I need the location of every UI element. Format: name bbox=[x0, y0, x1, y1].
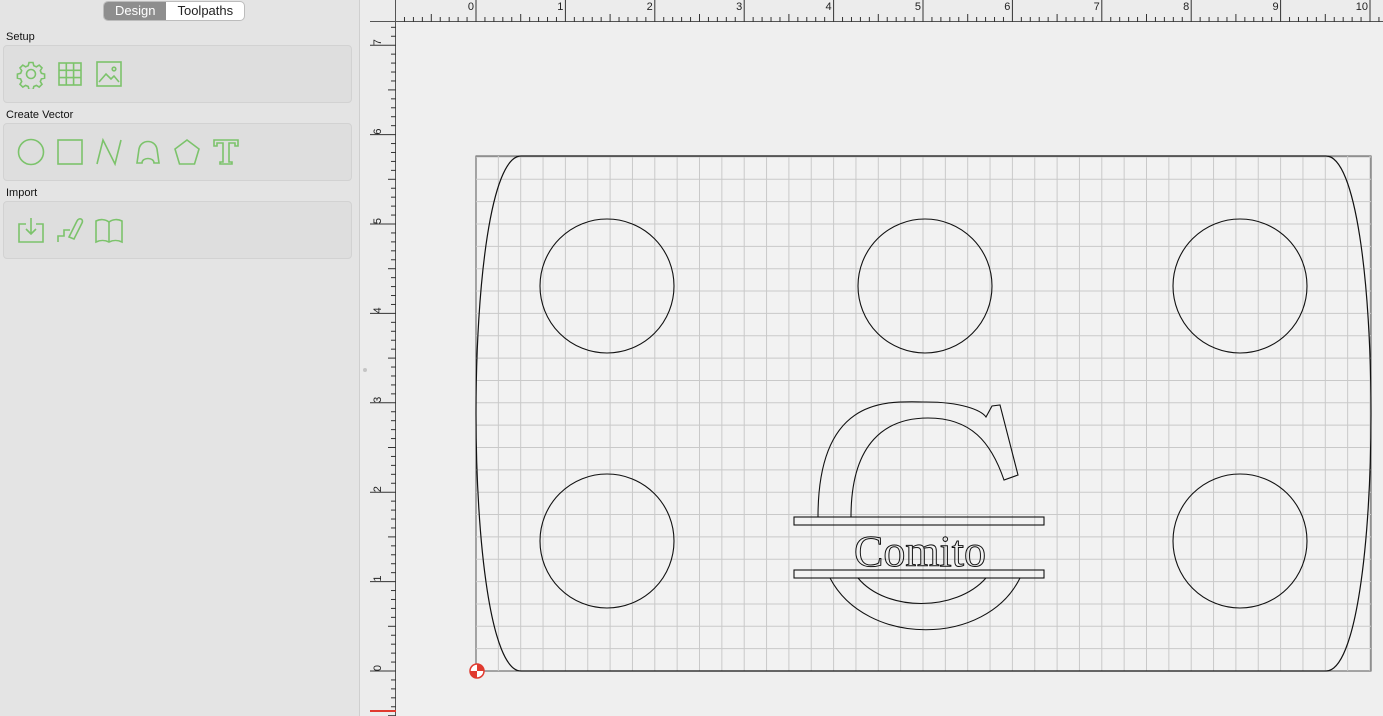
section-title-create-vector: Create Vector bbox=[6, 109, 74, 121]
ruler-label-y: 3 bbox=[372, 397, 384, 403]
ruler-label-y: 1 bbox=[372, 576, 384, 582]
draw-rectangle-button[interactable] bbox=[53, 136, 86, 169]
draw-polygon-button[interactable] bbox=[170, 136, 203, 169]
ruler-label-x: 5 bbox=[915, 1, 921, 13]
shape-icon bbox=[135, 140, 160, 164]
horizontal-ruler: 0 1 2 3 4 5 6 7 8 9 10 bbox=[396, 0, 1383, 22]
draw-circle-button[interactable] bbox=[14, 136, 47, 169]
polygon-icon bbox=[173, 139, 200, 165]
import-icon bbox=[17, 218, 44, 243]
vertical-ruler-scale: 0 1 2 3 4 5 6 7 bbox=[370, 26, 396, 716]
rectangle-icon bbox=[56, 139, 83, 165]
section-title-setup: Setup bbox=[6, 31, 35, 43]
ruler-label-y: 6 bbox=[372, 129, 384, 135]
ruler-label-x: 7 bbox=[1094, 1, 1100, 13]
image-icon bbox=[95, 61, 122, 87]
draw-curve-button[interactable] bbox=[131, 136, 164, 169]
ruler-label-y: 4 bbox=[372, 307, 384, 313]
ruler-label-x: 2 bbox=[647, 1, 653, 13]
tab-toolpaths[interactable]: Toolpaths bbox=[166, 2, 244, 20]
grid-settings-button[interactable] bbox=[53, 58, 86, 91]
ruler-label-y: 0 bbox=[372, 665, 384, 671]
ruler-label-y: 5 bbox=[372, 218, 384, 224]
design-canvas[interactable]: Comito bbox=[396, 22, 1383, 716]
text-icon bbox=[212, 139, 239, 165]
ruler-label-x: 9 bbox=[1272, 1, 1278, 13]
ruler-label-x: 6 bbox=[1004, 1, 1010, 13]
tab-design[interactable]: Design bbox=[104, 2, 167, 20]
ruler-label-y: 7 bbox=[372, 39, 384, 45]
vertical-ruler: 0 1 2 3 4 5 6 7 bbox=[370, 22, 396, 716]
design-sidebar: Design Toolpaths Setup Create Vector Imp… bbox=[0, 0, 360, 716]
pen-icon bbox=[95, 137, 122, 167]
ruler-label-x: 4 bbox=[825, 1, 831, 13]
draw-line-button[interactable] bbox=[92, 136, 125, 169]
sidebar-resize-handle[interactable] bbox=[363, 368, 367, 372]
import-file-button[interactable] bbox=[14, 214, 47, 247]
ruler-label-x: 10 bbox=[1356, 1, 1368, 13]
trace-icon bbox=[56, 218, 83, 242]
ruler-label-x: 3 bbox=[736, 1, 742, 13]
clipart-library-button[interactable] bbox=[92, 214, 125, 247]
setup-panel bbox=[3, 45, 352, 103]
create-vector-panel bbox=[3, 123, 352, 181]
ruler-label-x: 0 bbox=[468, 1, 474, 13]
ruler-label-x: 8 bbox=[1183, 1, 1189, 13]
horizontal-ruler-scale: 0 1 2 3 4 5 6 7 8 9 10 bbox=[403, 0, 1380, 22]
monogram-text: Comito bbox=[854, 527, 986, 576]
mode-segmented-control: Design Toolpaths bbox=[103, 1, 246, 21]
grid-icon bbox=[57, 62, 82, 86]
bitmap-button[interactable] bbox=[92, 58, 125, 91]
ruler-label-x: 1 bbox=[557, 1, 563, 13]
design-drawing: Comito bbox=[475, 155, 1372, 672]
job-setup-button[interactable] bbox=[14, 58, 47, 91]
circle-icon bbox=[17, 138, 44, 166]
draw-text-button[interactable] bbox=[209, 136, 242, 169]
library-icon bbox=[94, 218, 123, 244]
gear-icon bbox=[16, 61, 45, 89]
import-panel bbox=[3, 201, 352, 259]
origin-marker-icon bbox=[469, 663, 485, 679]
app-window: Design Toolpaths Setup Create Vector Imp… bbox=[0, 0, 1383, 716]
section-title-import: Import bbox=[6, 187, 38, 199]
ruler-corner bbox=[370, 0, 396, 22]
trace-button[interactable] bbox=[53, 214, 86, 247]
ruler-label-y: 2 bbox=[372, 486, 384, 492]
